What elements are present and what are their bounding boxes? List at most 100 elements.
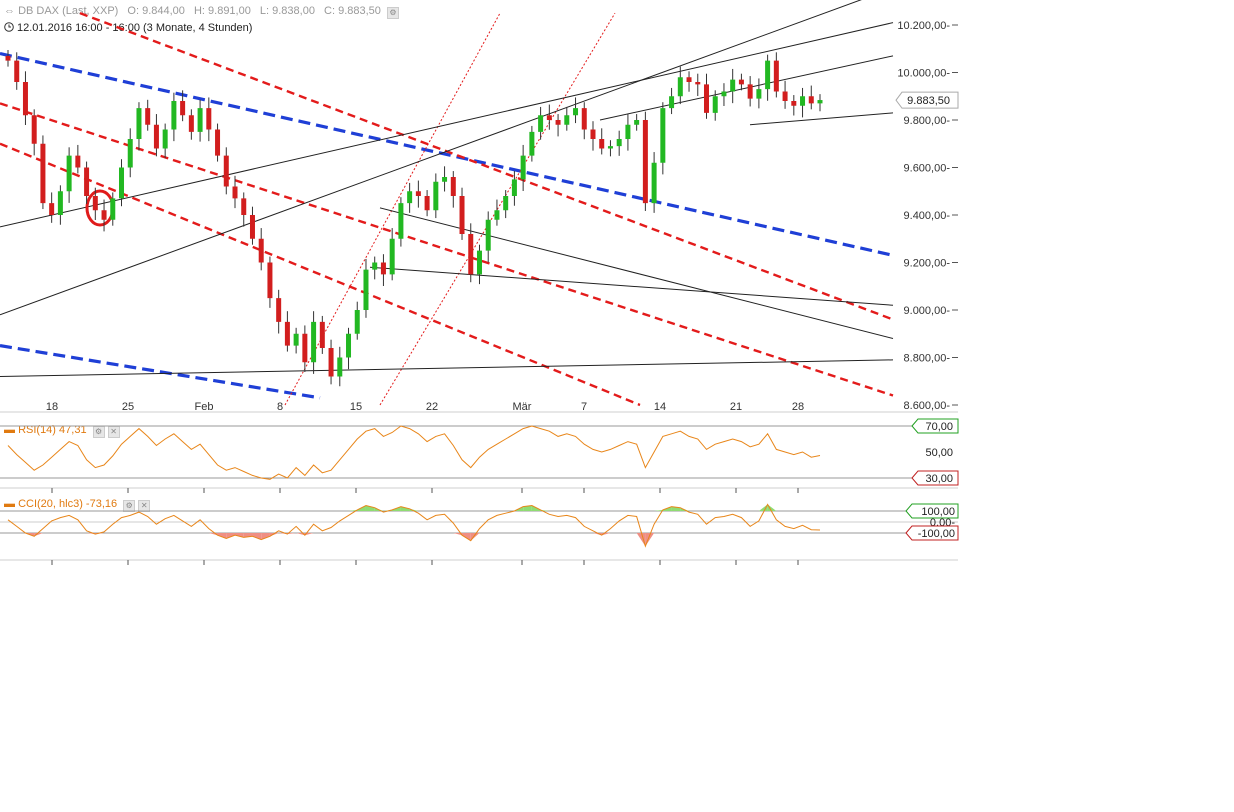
candle-body	[101, 210, 107, 220]
candle-body	[581, 108, 587, 130]
candle-body	[712, 96, 718, 113]
candle-body	[363, 269, 369, 310]
price-tick-label: 9.400,00-	[904, 210, 951, 222]
highlight-circle	[85, 189, 115, 227]
candle-body	[573, 108, 579, 116]
cci-oversold-fill	[636, 533, 646, 547]
candle-body	[337, 357, 343, 377]
date-tick-label: 7	[581, 401, 587, 413]
candle-body	[249, 215, 255, 239]
candle-body	[721, 91, 727, 97]
candle-body	[555, 120, 561, 125]
date-tick-label: Feb	[195, 401, 214, 413]
candle-body	[677, 77, 683, 97]
candle-body	[773, 60, 779, 92]
candle-body	[153, 124, 159, 149]
candle-body	[84, 167, 90, 196]
candle-body	[162, 129, 168, 149]
candle-body	[546, 115, 552, 120]
candle-body	[808, 96, 814, 104]
candle-body	[311, 321, 317, 363]
trendline-red-3	[0, 142, 641, 407]
date-tick-label: 25	[122, 401, 134, 413]
candle-body	[127, 139, 133, 168]
candle-body	[302, 333, 308, 363]
candle-body	[232, 186, 238, 199]
candle-body	[276, 298, 282, 322]
candle-body	[660, 108, 666, 163]
candle-body	[14, 60, 20, 82]
candle-body	[328, 348, 334, 377]
candle-body	[782, 91, 788, 101]
rsi-level-label: 70,00	[925, 421, 953, 433]
candle-body	[372, 262, 378, 270]
trendline-red-dotted-1	[284, 12, 501, 406]
date-tick-label: Mär	[513, 401, 532, 413]
candle-body	[765, 60, 771, 90]
candle-body	[398, 203, 404, 239]
candle-body	[669, 96, 675, 109]
candles	[5, 49, 823, 387]
candle-body	[485, 219, 491, 251]
candle-body	[529, 131, 535, 156]
trendline-red-2	[0, 102, 894, 397]
rsi-level-label: 50,00	[925, 447, 953, 459]
candle-body	[756, 89, 762, 99]
candle-body	[40, 143, 46, 204]
candle-body	[267, 262, 273, 299]
trendlines	[0, 0, 894, 407]
candle-body	[354, 310, 360, 334]
price-tick-label: 9.200,00-	[904, 258, 951, 270]
price-tick-label: 8.800,00-	[904, 353, 951, 365]
candle-body	[634, 120, 640, 125]
candle-body	[590, 129, 596, 139]
candle-body	[616, 139, 622, 147]
candle-body	[442, 177, 448, 182]
candle-body	[136, 108, 142, 139]
candle-body	[747, 84, 753, 99]
candle-body	[188, 115, 194, 132]
trendline-black-6	[599, 55, 894, 121]
candle-body	[171, 101, 177, 130]
candle-body	[215, 129, 221, 156]
candle-body	[346, 333, 352, 358]
trendline-black-1	[0, 22, 894, 228]
date-tick-label: 15	[350, 401, 362, 413]
candle-body	[389, 238, 395, 275]
price-tick-label: 10.200,00-	[897, 20, 950, 32]
date-tick-label: 14	[654, 401, 666, 413]
price-tick-label: 8.600,00-	[904, 400, 951, 412]
candle-body	[703, 84, 709, 113]
candle-body	[145, 108, 151, 125]
candle-body	[180, 101, 186, 116]
candle-body	[22, 82, 28, 116]
candle-body	[223, 155, 229, 187]
candle-body	[66, 155, 72, 192]
candle-body	[494, 210, 500, 220]
date-tick-label: 28	[792, 401, 804, 413]
candle-body	[642, 120, 648, 204]
rsi-line	[7, 425, 821, 480]
candle-body	[651, 162, 657, 204]
date-tick-label: 18	[46, 401, 58, 413]
candle-body	[607, 146, 613, 149]
candle-body	[319, 321, 325, 348]
candle-body	[459, 196, 465, 234]
candle-body	[450, 177, 456, 196]
cci-panel: 100,000,00--100,00	[0, 503, 959, 548]
candle-body	[625, 124, 631, 139]
date-tick-label: 21	[730, 401, 742, 413]
candle-body	[599, 139, 605, 149]
candle-body	[415, 191, 421, 196]
chart-canvas[interactable]: 10.200,00- 10.000,00- 9.800,00- 9.600,00- 9.…	[0, 0, 1234, 812]
candle-body	[258, 238, 264, 263]
candle-body	[197, 108, 203, 132]
candle-body	[206, 108, 212, 130]
date-tick-label: 8	[277, 401, 283, 413]
price-tick-label: 9.800,00-	[904, 115, 951, 127]
candle-body	[686, 77, 692, 82]
trendline-black-5	[369, 266, 894, 306]
rsi-level-label: 30,00	[925, 473, 953, 485]
candle-body	[695, 82, 701, 85]
candle-body	[75, 155, 81, 168]
